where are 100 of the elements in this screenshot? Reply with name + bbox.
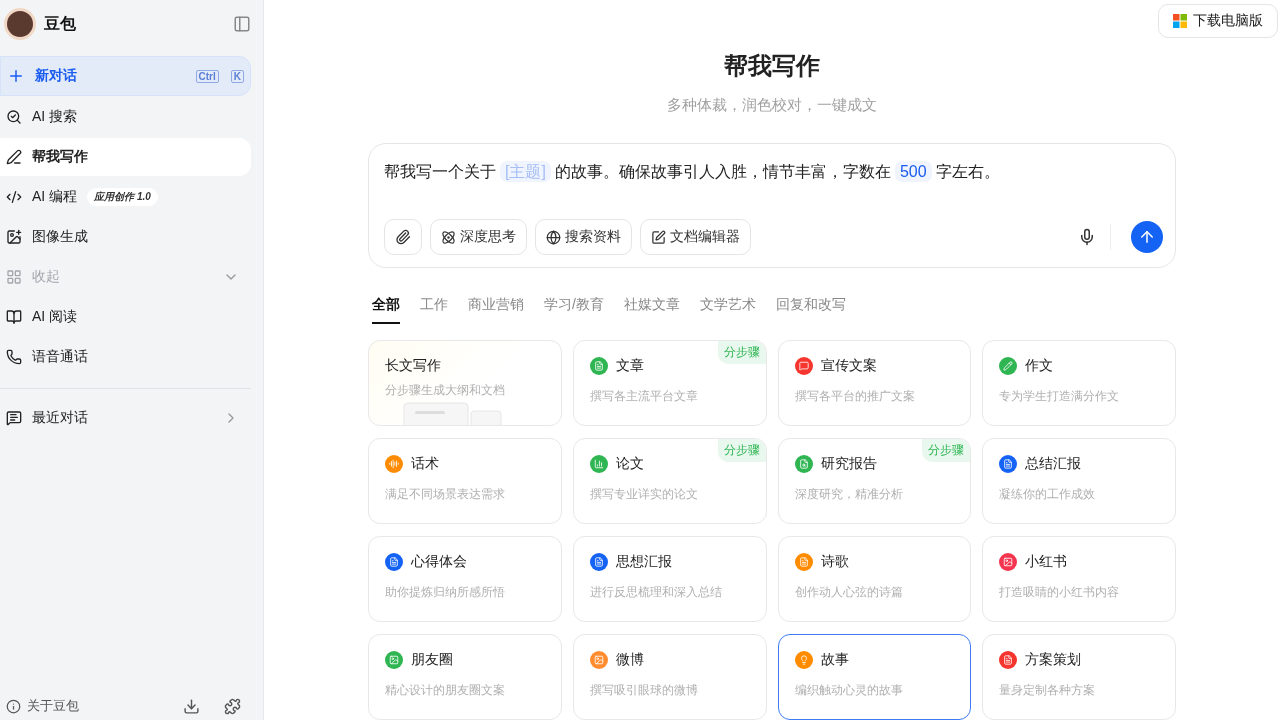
category-tab[interactable]: 商业营销 <box>468 296 524 324</box>
template-card[interactable]: 话术 满足不同场景表达需求 <box>368 438 562 524</box>
card-description: 进行反思梳理和深入总结 <box>589 584 723 601</box>
template-card[interactable]: 朋友圈 精心设计的朋友圈文案 <box>368 634 562 720</box>
card-description: 深度研究，精准分析 <box>794 486 904 503</box>
card-title: 论文 <box>615 455 644 473</box>
template-card[interactable]: 诗歌 创作动人心弦的诗篇 <box>777 536 972 622</box>
template-card[interactable]: 小红书 打造吸睛的小红书内容 <box>982 536 1176 622</box>
template-card[interactable]: 心得体会 助你提炼归纳所感所悟 <box>368 536 562 622</box>
download-icon[interactable] <box>183 697 200 715</box>
tool-button[interactable]: 文档编辑器 <box>640 219 751 255</box>
new-chat-button[interactable]: 新对话 Ctrl K <box>0 56 251 96</box>
sidebar-item-icon <box>6 229 22 245</box>
step-tag: 分步骤 <box>717 439 766 462</box>
download-desktop-button[interactable]: 下载电脑版 <box>1158 4 1278 38</box>
category-tab[interactable]: 社媒文章 <box>623 296 680 324</box>
card-title: 诗歌 <box>820 553 849 571</box>
template-glyph-icon <box>389 557 399 567</box>
template-glyph-icon <box>798 459 809 469</box>
card-title: 故事 <box>820 651 849 669</box>
template-glyph-icon <box>1003 459 1014 469</box>
category-tab[interactable]: 回复和改写 <box>775 296 846 324</box>
sidebar-toggle-icon[interactable] <box>233 15 251 33</box>
card-title: 小红书 <box>1025 553 1068 571</box>
card-title: 研究报告 <box>820 455 877 473</box>
card-title: 心得体会 <box>411 553 467 571</box>
card-title: 方案策划 <box>1025 651 1082 669</box>
template-card[interactable]: 作文 专为学生打造满分作文 <box>982 340 1176 426</box>
card-title: 总结汇报 <box>1025 455 1082 473</box>
about-link[interactable]: 关于豆包 <box>27 697 177 715</box>
card-description: 编织触动心灵的故事 <box>794 682 904 699</box>
category-tab[interactable]: 工作 <box>420 296 448 324</box>
card-description: 撰写各平台的推广文案 <box>794 388 916 405</box>
category-tab[interactable]: 文学艺术 <box>699 296 756 324</box>
sidebar-item[interactable]: 语音通话 <box>0 338 251 376</box>
step-tag: 分步骤 <box>717 341 766 364</box>
tool-button[interactable]: 搜索资料 <box>535 219 632 255</box>
info-icon <box>6 698 21 714</box>
template-glyph-icon <box>593 459 604 469</box>
template-glyph-icon <box>1003 557 1014 567</box>
sidebar-item[interactable]: AI 阅读 <box>0 298 251 336</box>
template-glyph-icon <box>798 557 809 567</box>
template-glyph-icon <box>389 655 399 665</box>
template-glyph-icon <box>1003 361 1014 371</box>
prompt-text: 帮我写一个关于 [主题] 的故事。确保故事引人入胜，情节丰富，字数在 500 字左右。 <box>384 160 1001 184</box>
card-description: 量身定制各种方案 <box>999 682 1097 699</box>
template-glyph-icon <box>389 459 399 469</box>
template-card[interactable]: 长文写作 分步骤生成大纲和文档 <box>368 340 562 426</box>
tool-icon <box>546 229 561 245</box>
sidebar-item[interactable]: 图像生成 <box>0 218 251 256</box>
card-description: 撰写专业详实的论文 <box>589 486 699 503</box>
category-tab[interactable]: 学习/教育 <box>544 296 604 324</box>
card-description: 创作动人心弦的诗篇 <box>794 584 904 601</box>
card-description: 撰写吸引眼球的微博 <box>589 682 699 699</box>
recent-chats-item[interactable]: 最近对话 <box>0 399 251 437</box>
template-card[interactable]: 论文 撰写专业详实的论文 分步骤 <box>572 438 767 524</box>
category-tab[interactable]: 全部 <box>372 296 400 324</box>
template-card[interactable]: 思想汇报 进行反思梳理和深入总结 <box>572 536 767 622</box>
sidebar-item-icon <box>6 269 22 285</box>
tool-icon <box>441 229 456 245</box>
template-card[interactable]: 故事 编织触动心灵的故事 <box>777 634 972 720</box>
windows-logo-icon <box>1173 14 1187 28</box>
attach-button[interactable] <box>384 219 422 255</box>
page-subtitle: 多种体裁，润色校对，一键成文 <box>667 96 877 115</box>
template-glyph-icon <box>593 655 604 665</box>
plugin-icon[interactable] <box>224 697 241 715</box>
template-glyph-icon <box>593 361 604 371</box>
prompt-input-box[interactable]: 帮我写一个关于 [主题] 的故事。确保故事引人入胜，情节丰富，字数在 500 字左右。 深度思考 搜索资料 文档编辑器 <box>368 143 1176 268</box>
card-title: 思想汇报 <box>615 553 672 571</box>
avatar <box>4 8 36 40</box>
sidebar-item[interactable]: 帮我写作 <box>0 138 251 176</box>
template-glyph-icon <box>798 655 809 665</box>
card-description: 分步骤生成大纲和文档 <box>385 382 506 399</box>
template-card[interactable]: 文章 撰写各主流平台文章 分步骤 <box>572 340 767 426</box>
sidebar-item[interactable]: AI 编程 应用创作 1.0 <box>0 178 251 216</box>
template-card[interactable]: 宣传文案 撰写各平台的推广文案 <box>777 340 972 426</box>
tool-button[interactable]: 深度思考 <box>430 219 527 255</box>
card-title: 文章 <box>615 357 644 375</box>
card-title: 作文 <box>1025 357 1054 375</box>
sidebar-item[interactable]: AI 搜索 <box>0 98 251 136</box>
card-description: 满足不同场景表达需求 <box>385 486 506 503</box>
send-button[interactable] <box>1131 221 1163 253</box>
version-badge: 应用创作 1.0 <box>87 188 158 206</box>
template-card[interactable]: 方案策划 量身定制各种方案 <box>982 634 1176 720</box>
template-card[interactable]: 总结汇报 凝练你的工作成效 <box>982 438 1176 524</box>
card-description: 凝练你的工作成效 <box>999 486 1097 503</box>
sidebar-item-icon <box>6 109 22 125</box>
card-title: 宣传文案 <box>820 357 877 375</box>
template-card[interactable]: 微博 撰写吸引眼球的微博 <box>572 634 767 720</box>
shortcut-key: K <box>230 69 244 83</box>
chat-icon <box>6 410 22 426</box>
card-description: 助你提炼归纳所感所悟 <box>385 584 506 601</box>
card-description: 打造吸睛的小红书内容 <box>999 584 1121 601</box>
step-tag: 分步骤 <box>922 439 971 462</box>
plus-icon <box>7 67 25 85</box>
tool-icon <box>651 229 666 245</box>
sidebar-item-icon <box>6 309 22 325</box>
template-card[interactable]: 研究报告 深度研究，精准分析 分步骤 <box>777 438 972 524</box>
paperclip-icon <box>395 229 411 245</box>
card-description: 撰写各主流平台文章 <box>589 388 699 405</box>
